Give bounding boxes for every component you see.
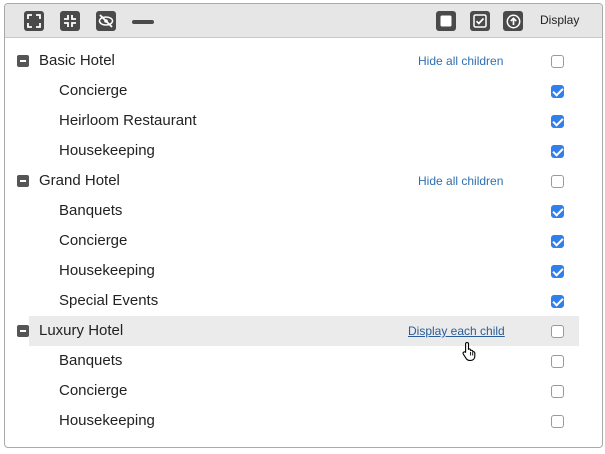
display-checkbox[interactable]: [551, 55, 564, 68]
display-column-header: Display: [540, 13, 580, 27]
child-row: Housekeeping: [5, 256, 602, 286]
parent-row: Basic Hotel Hide all children: [5, 46, 602, 76]
display-checkbox[interactable]: [551, 145, 564, 158]
minus-icon[interactable]: [132, 20, 154, 24]
display-checkbox[interactable]: [551, 115, 564, 128]
child-row: Heirloom Restaurant: [5, 106, 602, 136]
collapse-toggle-icon[interactable]: [17, 55, 29, 67]
hide-all-children-link[interactable]: Hide all children: [418, 54, 503, 68]
collapse-toggle-icon[interactable]: [17, 175, 29, 187]
child-label: Banquets: [59, 202, 123, 219]
expand-icon[interactable]: [24, 11, 44, 31]
child-label: Special Events: [59, 292, 159, 309]
child-row: Concierge: [5, 226, 602, 256]
empty-square-icon[interactable]: [436, 11, 456, 31]
display-checkbox[interactable]: [551, 175, 564, 188]
hide-all-children-link[interactable]: Hide all children: [418, 174, 503, 188]
display-checkbox[interactable]: [551, 235, 564, 248]
display-checkbox[interactable]: [551, 295, 564, 308]
child-label: Heirloom Restaurant: [59, 112, 197, 129]
child-label: Banquets: [59, 352, 123, 369]
child-row: Concierge: [5, 376, 602, 406]
child-label: Concierge: [59, 232, 128, 249]
parent-label: Basic Hotel: [39, 52, 115, 69]
parent-label: Grand Hotel: [39, 172, 120, 189]
display-checkbox[interactable]: [551, 415, 564, 428]
child-row: Special Events: [5, 286, 602, 316]
toolbar: Display: [5, 4, 602, 38]
hand-cursor-icon: [462, 341, 476, 361]
display-each-child-link[interactable]: Display each child: [408, 324, 505, 338]
child-row: Banquets: [5, 196, 602, 226]
display-checkbox[interactable]: [551, 325, 564, 338]
child-label: Concierge: [59, 382, 128, 399]
collapse-toggle-icon[interactable]: [17, 325, 29, 337]
display-checkbox[interactable]: [551, 85, 564, 98]
child-row: Banquets: [5, 346, 602, 376]
child-label: Concierge: [59, 82, 128, 99]
collapse-icon[interactable]: [60, 11, 80, 31]
hierarchy-panel: Display Basic Hotel Hide all children Conc…: [4, 3, 603, 448]
parent-label: Luxury Hotel: [39, 322, 124, 339]
display-checkbox[interactable]: [551, 205, 564, 218]
display-checkbox[interactable]: [551, 385, 564, 398]
child-row: Housekeeping: [5, 406, 602, 436]
display-checkbox[interactable]: [551, 265, 564, 278]
child-label: Housekeeping: [59, 142, 155, 159]
checked-square-icon[interactable]: [470, 11, 490, 31]
up-arrow-circle-icon[interactable]: [503, 11, 523, 31]
display-checkbox[interactable]: [551, 355, 564, 368]
child-row: Concierge: [5, 76, 602, 106]
child-row: Housekeeping: [5, 136, 602, 166]
parent-row: Luxury Hotel Display each child: [17, 316, 579, 346]
child-label: Housekeeping: [59, 412, 155, 429]
hide-eye-icon[interactable]: [96, 11, 116, 31]
parent-row: Grand Hotel Hide all children: [5, 166, 602, 196]
child-label: Housekeeping: [59, 262, 155, 279]
